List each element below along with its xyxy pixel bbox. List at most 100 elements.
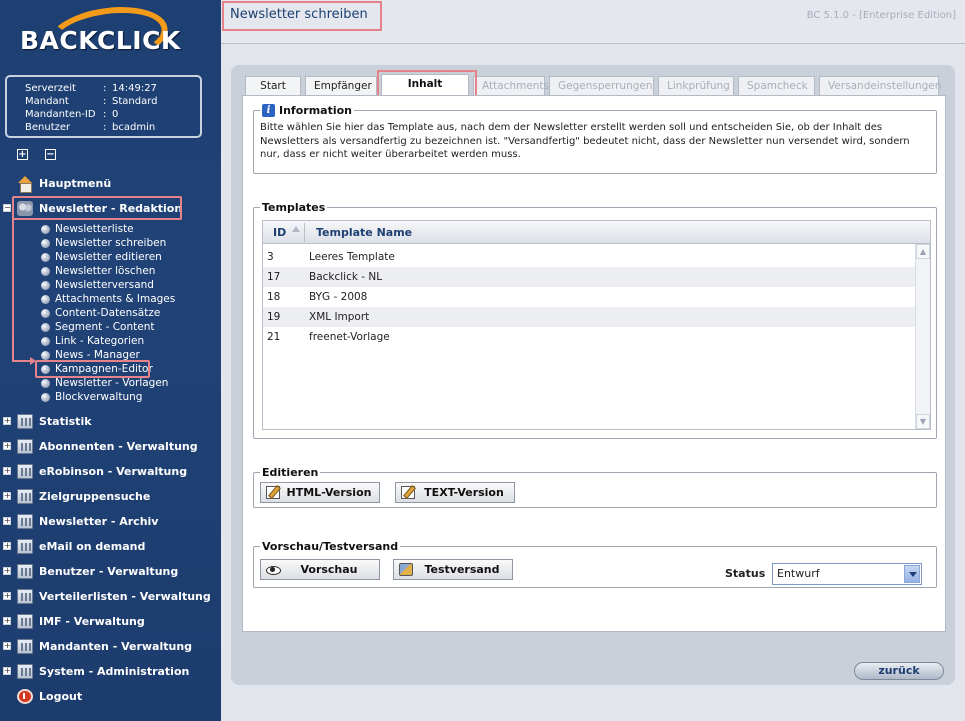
nav-statistik[interactable]: + Statistik xyxy=(0,410,221,432)
tab-empfaenger[interactable]: Empfänger xyxy=(305,76,377,95)
folder-icon xyxy=(17,638,33,654)
nav-newsletter-archiv[interactable]: + Newsletter - Archiv xyxy=(0,510,221,532)
server-info-row: Serverzeit:14:49:27 xyxy=(25,83,157,94)
highlight-tab-inhalt xyxy=(377,70,477,98)
sub-item-blockverwaltung[interactable]: Blockverwaltung xyxy=(0,390,221,404)
arrow-head-icon xyxy=(30,357,36,365)
version-label: BC 5.1.0 - [Enterprise Edition] xyxy=(806,10,956,21)
scroll-up-icon[interactable]: ▲ xyxy=(916,244,930,259)
html-version-button[interactable]: HTML-Version xyxy=(260,482,380,503)
tab-content: i Information Bitte wählen Sie hier das … xyxy=(242,95,946,632)
table-row[interactable]: 18 BYG - 2008 xyxy=(263,287,915,307)
text-version-button[interactable]: TEXT-Version xyxy=(395,482,515,503)
expand-icon[interactable]: + xyxy=(3,667,11,675)
information-section: i Information Bitte wählen Sie hier das … xyxy=(253,104,937,174)
header-bar: Newsletter schreiben BC 5.1.0 - [Enterpr… xyxy=(221,0,965,44)
folder-icon xyxy=(17,463,33,479)
status-select[interactable]: Entwurf xyxy=(772,563,922,585)
logout-icon xyxy=(17,688,33,704)
bullet-icon xyxy=(41,266,50,276)
scroll-down-icon[interactable]: ▼ xyxy=(916,414,930,429)
nav-label: Hauptmenü xyxy=(39,176,112,190)
collapse-all-button[interactable]: − xyxy=(45,149,56,160)
server-info-row: Mandanten-ID:0 xyxy=(25,109,119,120)
tab-versandeinstellungen[interactable]: Versandeinstellungen xyxy=(819,76,941,95)
expand-icon[interactable]: + xyxy=(3,592,11,600)
collapse-icon[interactable]: − xyxy=(3,204,11,212)
preview-legend: Vorschau/Testversand xyxy=(262,540,399,553)
tab-linkpruefung[interactable]: Linkprüfung xyxy=(658,76,734,95)
sub-item-attachments-images[interactable]: Attachments & Images xyxy=(0,292,221,306)
preview-button[interactable]: Vorschau xyxy=(260,559,380,580)
nav-imf[interactable]: + IMF - Verwaltung xyxy=(0,610,221,632)
logo-text: BACKCLICK xyxy=(20,26,181,55)
tab-attachments[interactable]: Attachments xyxy=(473,76,549,95)
nav-system-administration[interactable]: + System - Administration xyxy=(0,660,221,682)
table-row[interactable]: 19 XML Import xyxy=(263,307,915,327)
templates-grid: ID Template Name 3 Leeres Template 17 Back… xyxy=(262,220,931,430)
test-send-button[interactable]: Testversand xyxy=(393,559,513,580)
column-header-name[interactable]: Template Name xyxy=(316,221,412,244)
expand-icon[interactable]: + xyxy=(3,417,11,425)
expand-icon[interactable]: + xyxy=(3,517,11,525)
bullet-icon xyxy=(41,294,50,304)
folder-icon xyxy=(17,438,33,454)
bullet-icon xyxy=(41,392,50,402)
expand-icon[interactable]: + xyxy=(3,642,11,650)
nav-zielgruppensuche[interactable]: + Zielgruppensuche xyxy=(0,485,221,507)
nav-benutzer[interactable]: + Benutzer - Verwaltung xyxy=(0,560,221,582)
tab-gegensperrungen[interactable]: Gegensperrungen xyxy=(549,76,654,95)
expand-icon[interactable]: + xyxy=(3,492,11,500)
bullet-icon xyxy=(41,336,50,346)
back-button[interactable]: zurück xyxy=(854,662,944,680)
nav-erobinson[interactable]: + eRobinson - Verwaltung xyxy=(0,460,221,482)
sort-asc-icon[interactable] xyxy=(292,226,300,232)
sub-item-link-kategorien[interactable]: Link - Kategorien xyxy=(0,334,221,348)
expand-icon[interactable]: + xyxy=(3,617,11,625)
bullet-icon xyxy=(41,308,50,318)
expand-icon[interactable]: + xyxy=(3,467,11,475)
nav-mandanten[interactable]: + Mandanten - Verwaltung xyxy=(0,635,221,657)
expand-icon[interactable]: + xyxy=(3,567,11,575)
sub-item-newsletter-schreiben[interactable]: Newsletter schreiben xyxy=(0,236,221,250)
wizard-panel: Start Empfänger Inhalt Attachments Gegen… xyxy=(231,65,955,685)
home-icon xyxy=(17,175,33,193)
highlight-kampagnen-editor xyxy=(35,360,150,378)
tab-start[interactable]: Start xyxy=(245,76,301,95)
bullet-icon xyxy=(41,378,50,388)
grid-scrollbar[interactable]: ▲ ▼ xyxy=(915,244,930,429)
sub-item-newsletterversand[interactable]: Newsletterversand xyxy=(0,278,221,292)
column-divider xyxy=(304,223,305,242)
tab-spamcheck[interactable]: Spamcheck xyxy=(738,76,815,95)
info-icon: i xyxy=(262,104,275,117)
table-row[interactable]: 3 Leeres Template xyxy=(263,247,915,267)
expand-all-button[interactable]: + xyxy=(17,149,28,160)
column-header-id[interactable]: ID xyxy=(273,221,286,244)
server-info-row: Benutzer: bcadmin xyxy=(25,122,156,133)
nav-verteilerlisten[interactable]: + Verteilerlisten - Verwaltung xyxy=(0,585,221,607)
bullet-icon xyxy=(41,280,50,290)
sub-item-segment-content[interactable]: Segment - Content xyxy=(0,320,221,334)
expand-icon[interactable]: + xyxy=(3,542,11,550)
bullet-icon xyxy=(41,252,50,262)
table-row[interactable]: 21 freenet-Vorlage xyxy=(263,327,915,347)
chevron-down-icon[interactable] xyxy=(904,565,920,583)
nav-logout[interactable]: Logout xyxy=(0,685,221,707)
sub-item-newsletterliste[interactable]: Newsletterliste xyxy=(0,222,221,236)
templates-section: Templates ID Template Name 3 Leeres Templ… xyxy=(253,201,937,439)
table-row[interactable]: 17 Backclick - NL xyxy=(263,267,915,287)
folder-icon xyxy=(17,563,33,579)
bullet-icon xyxy=(41,322,50,332)
sub-item-newsletter-vorlagen[interactable]: Newsletter - Vorlagen xyxy=(0,376,221,390)
highlight-redaktion xyxy=(12,196,182,220)
sub-item-content-datensaetze[interactable]: Content-Datensätze xyxy=(0,306,221,320)
nav-hauptmenu[interactable]: Hauptmenü xyxy=(0,172,221,194)
sub-item-newsletter-editieren[interactable]: Newsletter editieren xyxy=(0,250,221,264)
nav-email-on-demand[interactable]: + eMail on demand xyxy=(0,535,221,557)
expand-icon[interactable]: + xyxy=(3,442,11,450)
folder-icon xyxy=(17,613,33,629)
page-title: Newsletter schreiben xyxy=(230,7,368,22)
sub-item-newsletter-loeschen[interactable]: Newsletter löschen xyxy=(0,264,221,278)
nav-abonnenten[interactable]: + Abonnenten - Verwaltung xyxy=(0,435,221,457)
grid-header: ID Template Name xyxy=(263,221,930,244)
